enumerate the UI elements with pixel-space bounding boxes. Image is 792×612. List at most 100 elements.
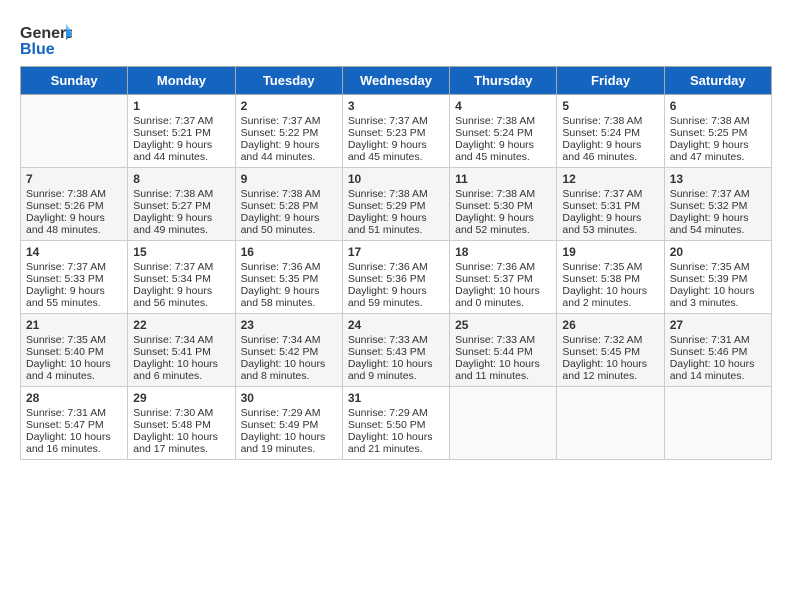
calendar-cell: 25Sunrise: 7:33 AMSunset: 5:44 PMDayligh… <box>450 314 557 387</box>
day-info: Sunset: 5:35 PM <box>241 273 337 285</box>
day-info: Sunrise: 7:36 AM <box>348 261 444 273</box>
day-info: Daylight: 9 hours <box>670 212 766 224</box>
day-info: Sunset: 5:34 PM <box>133 273 229 285</box>
day-info: Daylight: 10 hours <box>670 285 766 297</box>
day-info: Daylight: 9 hours <box>133 212 229 224</box>
day-number: 29 <box>133 391 229 405</box>
day-info: and 47 minutes. <box>670 151 766 163</box>
day-info: and 50 minutes. <box>241 224 337 236</box>
day-info: Sunset: 5:44 PM <box>455 346 551 358</box>
calendar-cell: 3Sunrise: 7:37 AMSunset: 5:23 PMDaylight… <box>342 95 449 168</box>
page-header: General Blue <box>20 20 772 58</box>
day-info: Daylight: 10 hours <box>241 431 337 443</box>
calendar-cell: 11Sunrise: 7:38 AMSunset: 5:30 PMDayligh… <box>450 168 557 241</box>
day-info: Daylight: 9 hours <box>455 139 551 151</box>
day-info: Sunrise: 7:37 AM <box>241 115 337 127</box>
day-info: Sunrise: 7:37 AM <box>133 115 229 127</box>
svg-text:General: General <box>20 25 72 42</box>
day-info: Sunset: 5:23 PM <box>348 127 444 139</box>
day-number: 27 <box>670 318 766 332</box>
day-info: and 49 minutes. <box>133 224 229 236</box>
day-info: Sunrise: 7:36 AM <box>455 261 551 273</box>
day-info: Sunrise: 7:35 AM <box>26 334 122 346</box>
day-info: Sunrise: 7:35 AM <box>562 261 658 273</box>
day-info: Sunrise: 7:31 AM <box>670 334 766 346</box>
day-number: 2 <box>241 99 337 113</box>
calendar-cell: 7Sunrise: 7:38 AMSunset: 5:26 PMDaylight… <box>21 168 128 241</box>
day-info: Sunrise: 7:38 AM <box>348 188 444 200</box>
day-info: and 12 minutes. <box>562 370 658 382</box>
day-info: Sunrise: 7:35 AM <box>670 261 766 273</box>
calendar-cell: 9Sunrise: 7:38 AMSunset: 5:28 PMDaylight… <box>235 168 342 241</box>
day-info: and 2 minutes. <box>562 297 658 309</box>
day-info: and 3 minutes. <box>670 297 766 309</box>
day-info: Daylight: 10 hours <box>26 358 122 370</box>
day-info: Sunset: 5:27 PM <box>133 200 229 212</box>
day-info: Sunset: 5:33 PM <box>26 273 122 285</box>
calendar-cell: 21Sunrise: 7:35 AMSunset: 5:40 PMDayligh… <box>21 314 128 387</box>
calendar-cell: 23Sunrise: 7:34 AMSunset: 5:42 PMDayligh… <box>235 314 342 387</box>
day-number: 30 <box>241 391 337 405</box>
day-number: 26 <box>562 318 658 332</box>
day-info: Daylight: 9 hours <box>133 285 229 297</box>
day-info: Daylight: 10 hours <box>348 358 444 370</box>
calendar-cell: 12Sunrise: 7:37 AMSunset: 5:31 PMDayligh… <box>557 168 664 241</box>
svg-text:Blue: Blue <box>20 41 55 58</box>
day-info: Daylight: 9 hours <box>241 285 337 297</box>
day-info: and 9 minutes. <box>348 370 444 382</box>
day-info: and 48 minutes. <box>26 224 122 236</box>
logo-icon: General Blue <box>20 20 72 58</box>
day-info: Sunset: 5:42 PM <box>241 346 337 358</box>
day-info: Daylight: 10 hours <box>562 285 658 297</box>
day-info: and 17 minutes. <box>133 443 229 455</box>
day-info: and 45 minutes. <box>455 151 551 163</box>
day-info: and 54 minutes. <box>670 224 766 236</box>
day-info: and 16 minutes. <box>26 443 122 455</box>
day-number: 24 <box>348 318 444 332</box>
day-number: 10 <box>348 172 444 186</box>
day-info: Sunset: 5:50 PM <box>348 419 444 431</box>
calendar-cell: 14Sunrise: 7:37 AMSunset: 5:33 PMDayligh… <box>21 241 128 314</box>
day-info: Sunrise: 7:38 AM <box>455 188 551 200</box>
weekday-friday: Friday <box>557 67 664 95</box>
day-number: 18 <box>455 245 551 259</box>
calendar-cell: 13Sunrise: 7:37 AMSunset: 5:32 PMDayligh… <box>664 168 771 241</box>
day-number: 23 <box>241 318 337 332</box>
calendar-cell: 24Sunrise: 7:33 AMSunset: 5:43 PMDayligh… <box>342 314 449 387</box>
day-info: Sunrise: 7:38 AM <box>562 115 658 127</box>
day-number: 5 <box>562 99 658 113</box>
calendar-cell: 2Sunrise: 7:37 AMSunset: 5:22 PMDaylight… <box>235 95 342 168</box>
day-info: Daylight: 10 hours <box>133 358 229 370</box>
day-info: Sunset: 5:26 PM <box>26 200 122 212</box>
day-info: Sunrise: 7:30 AM <box>133 407 229 419</box>
day-number: 14 <box>26 245 122 259</box>
day-number: 7 <box>26 172 122 186</box>
weekday-header-row: SundayMondayTuesdayWednesdayThursdayFrid… <box>21 67 772 95</box>
calendar-body: 1Sunrise: 7:37 AMSunset: 5:21 PMDaylight… <box>21 95 772 460</box>
day-info: and 45 minutes. <box>348 151 444 163</box>
day-info: Daylight: 9 hours <box>670 139 766 151</box>
day-info: Sunset: 5:47 PM <box>26 419 122 431</box>
calendar-week-2: 7 Sunrise: 7:38 AM Sunset: 5:26 PM Daylight… <box>21 168 772 241</box>
weekday-thursday: Thursday <box>450 67 557 95</box>
day-info: and 44 minutes. <box>241 151 337 163</box>
day-info: Daylight: 9 hours <box>133 139 229 151</box>
day-info: Sunset: 5:48 PM <box>133 419 229 431</box>
calendar-cell: 10Sunrise: 7:38 AMSunset: 5:29 PMDayligh… <box>342 168 449 241</box>
day-number: 3 <box>348 99 444 113</box>
day-info: Sunset: 5:32 PM <box>670 200 766 212</box>
day-number: 20 <box>670 245 766 259</box>
day-number: 9 <box>241 172 337 186</box>
day-info: Sunrise: 7:37 AM <box>562 188 658 200</box>
calendar-cell: 6Sunrise: 7:38 AMSunset: 5:25 PMDaylight… <box>664 95 771 168</box>
weekday-sunday: Sunday <box>21 67 128 95</box>
day-number: 12 <box>562 172 658 186</box>
calendar-cell: 26Sunrise: 7:32 AMSunset: 5:45 PMDayligh… <box>557 314 664 387</box>
calendar-cell: 16Sunrise: 7:36 AMSunset: 5:35 PMDayligh… <box>235 241 342 314</box>
calendar-cell: 4Sunrise: 7:38 AMSunset: 5:24 PMDaylight… <box>450 95 557 168</box>
calendar-cell: 22Sunrise: 7:34 AMSunset: 5:41 PMDayligh… <box>128 314 235 387</box>
day-info: Sunset: 5:37 PM <box>455 273 551 285</box>
day-info: Daylight: 9 hours <box>348 285 444 297</box>
day-info: Daylight: 9 hours <box>562 212 658 224</box>
day-info: Daylight: 9 hours <box>348 139 444 151</box>
